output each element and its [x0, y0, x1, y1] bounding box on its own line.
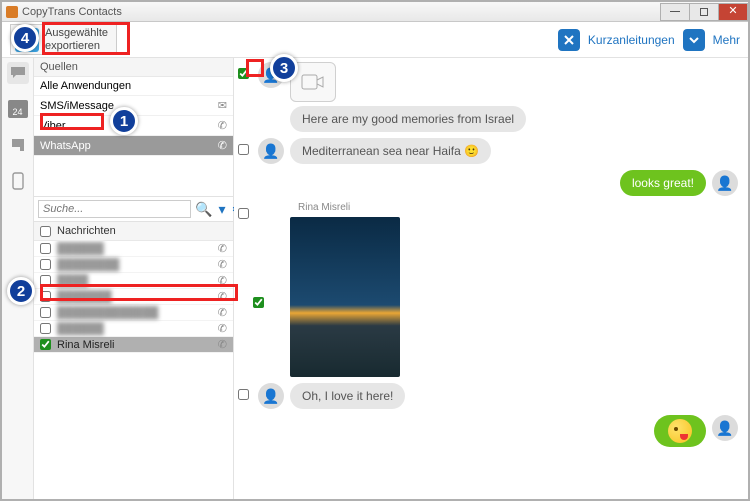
export-icon: [15, 28, 39, 52]
app-icon: [6, 6, 18, 18]
source-row-all[interactable]: Alle Anwendungen: [34, 77, 233, 96]
phone-icon: ✆: [218, 258, 227, 271]
export-label-2: exportieren: [45, 40, 108, 52]
messages-list: ██████ ✆ ████████ ✆ ████ ✆ ███████ ✆ ███…: [34, 241, 233, 499]
nav-messages-icon[interactable]: [7, 62, 29, 84]
chat-bubble: Oh, I love it here!: [290, 383, 405, 409]
minimize-button[interactable]: [660, 3, 690, 21]
more-link[interactable]: Mehr: [713, 33, 740, 47]
rina-checkbox[interactable]: [40, 339, 51, 350]
help-icon[interactable]: [558, 29, 580, 51]
search-row: 🔍 ▾ ⚙: [34, 197, 233, 222]
phone-icon: ✆: [218, 242, 227, 255]
avatar: 👤: [258, 383, 284, 409]
kiss-emoji-icon: [668, 419, 692, 443]
phone-icon: ✆: [218, 322, 227, 335]
conv-selected-checkbox[interactable]: [253, 297, 264, 308]
side-column: Quellen Alle Anwendungen SMS/iMessage ✉ …: [34, 58, 234, 499]
chat-bubble: Mediterranean sea near Haifa 🙂: [290, 138, 491, 164]
chat-area: 👤 Here are my good memories from Israel …: [234, 58, 748, 499]
chat-bubble: Here are my good memories from Israel: [290, 106, 526, 132]
avatar: 👤: [258, 62, 284, 88]
list-item[interactable]: ███████ ✆: [34, 289, 233, 305]
nav-device-icon[interactable]: [7, 170, 29, 192]
export-selected-button[interactable]: Ausgewählte exportieren: [10, 24, 117, 54]
chat-message-incoming: 👤 Here are my good memories from Israel: [238, 62, 738, 132]
messages-header: Nachrichten: [34, 222, 233, 241]
phone-icon: ✆: [218, 290, 227, 303]
msg-checkbox[interactable]: [238, 208, 249, 219]
window-title: CopyTrans Contacts: [22, 6, 122, 18]
window-titlebar: CopyTrans Contacts ✕: [2, 2, 748, 22]
msg-checkbox[interactable]: [238, 144, 249, 155]
chat-message-outgoing: looks great! 👤: [238, 170, 738, 196]
nav-calendar-icon[interactable]: 24: [7, 98, 29, 120]
source-row-whatsapp[interactable]: WhatsApp ✆: [34, 136, 233, 156]
chat-bubble-outgoing: looks great!: [620, 170, 706, 196]
avatar-self: 👤: [712, 170, 738, 196]
msg-checkbox[interactable]: [238, 68, 249, 79]
export-label-1: Ausgewählte: [45, 27, 108, 39]
window-controls: ✕: [661, 3, 748, 21]
list-item[interactable]: ██████ ✆: [34, 321, 233, 337]
list-item[interactable]: ████ ✆: [34, 273, 233, 289]
list-item[interactable]: █████████████ ✆: [34, 305, 233, 321]
photo-attachment[interactable]: [290, 217, 400, 377]
more-icon[interactable]: [683, 29, 705, 51]
phone-icon: ✆: [218, 338, 227, 351]
msg-checkbox[interactable]: [238, 389, 249, 400]
search-icon[interactable]: 🔍: [193, 201, 214, 218]
chat-bubble-emoji: [654, 415, 706, 447]
list-item[interactable]: ████████ ✆: [34, 257, 233, 273]
phone-icon: ✆: [218, 306, 227, 319]
sources-panel: Quellen Alle Anwendungen SMS/iMessage ✉ …: [34, 58, 233, 197]
maximize-button[interactable]: [689, 3, 719, 21]
chat-message-incoming: 👤 Mediterranean sea near Haifa 🙂: [238, 138, 738, 164]
source-row-sms[interactable]: SMS/iMessage ✉: [34, 96, 233, 116]
source-row-viber[interactable]: Viber ✆: [34, 116, 233, 136]
phone-icon: ✆: [218, 119, 227, 132]
help-link[interactable]: Kurzanleitungen: [588, 33, 675, 47]
nav-notes-icon[interactable]: [7, 134, 29, 156]
sources-header: Quellen: [34, 58, 233, 77]
chat-message-photo: Rina Misreli: [238, 202, 738, 377]
chat-bubble-icon: ✉: [218, 99, 227, 112]
phone-icon: ✆: [218, 274, 227, 287]
toolbar: Ausgewählte exportieren Kurzanleitungen …: [2, 22, 748, 58]
select-all-checkbox[interactable]: [40, 226, 51, 237]
list-item[interactable]: ██████ ✆: [34, 241, 233, 257]
left-nav: 24: [2, 58, 34, 499]
filter-icon[interactable]: ▾: [216, 201, 227, 218]
sender-name: Rina Misreli: [290, 202, 400, 213]
whatsapp-icon: ✆: [218, 139, 227, 152]
search-input[interactable]: [38, 200, 191, 218]
avatar: 👤: [258, 138, 284, 164]
avatar-self: 👤: [712, 415, 738, 441]
chat-message-incoming: 👤 Oh, I love it here!: [238, 383, 738, 409]
attachment-video-icon[interactable]: [290, 62, 336, 102]
close-button[interactable]: ✕: [718, 3, 748, 21]
list-item-selected[interactable]: Rina Misreli ✆: [34, 337, 233, 353]
chat-message-outgoing: 👤: [238, 415, 738, 447]
main-area: 24 Quellen Alle Anwendungen SMS/iMessage…: [2, 58, 748, 499]
